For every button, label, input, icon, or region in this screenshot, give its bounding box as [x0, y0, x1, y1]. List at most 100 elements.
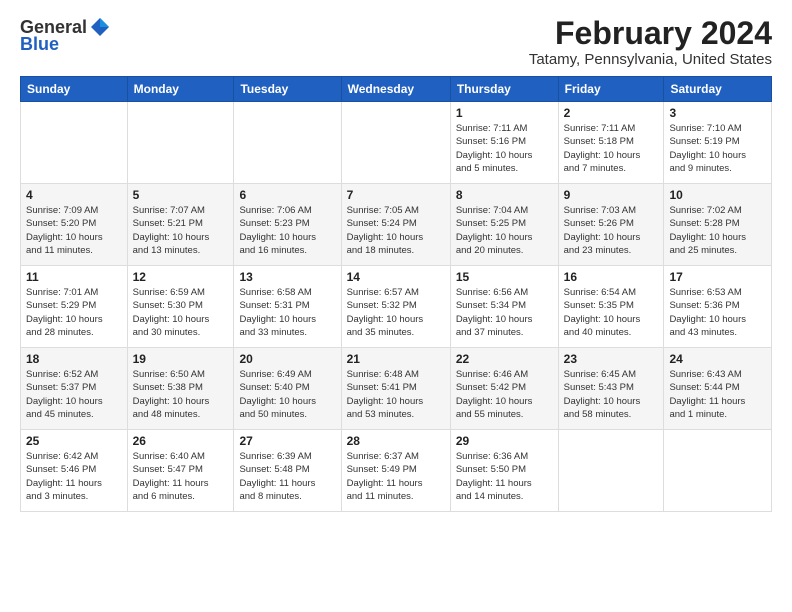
- calendar-header-tuesday: Tuesday: [234, 77, 341, 102]
- day-info: Sunrise: 7:05 AM Sunset: 5:24 PM Dayligh…: [347, 204, 445, 257]
- calendar-cell: 20 Sunrise: 6:49 AM Sunset: 5:40 PM Dayli…: [234, 348, 341, 430]
- day-info: Sunrise: 6:39 AM Sunset: 5:48 PM Dayligh…: [239, 450, 335, 503]
- day-info: Sunrise: 6:37 AM Sunset: 5:49 PM Dayligh…: [347, 450, 445, 503]
- calendar-header-row: SundayMondayTuesdayWednesdayThursdayFrid…: [21, 77, 772, 102]
- day-info: Sunrise: 6:58 AM Sunset: 5:31 PM Dayligh…: [239, 286, 335, 339]
- calendar-cell: 29Sunrise: 6:36 AM Sunset: 5:50 PM Dayli…: [450, 430, 558, 512]
- calendar-header-thursday: Thursday: [450, 77, 558, 102]
- day-number: 11: [26, 270, 122, 284]
- day-info: Sunrise: 7:06 AM Sunset: 5:23 PM Dayligh…: [239, 204, 335, 257]
- day-number: 2: [564, 106, 659, 120]
- calendar-cell: 24 Sunrise: 6:43 AM Sunset: 5:44 PM Dayli…: [664, 348, 772, 430]
- logo-blue: Blue: [20, 34, 59, 55]
- calendar-header-friday: Friday: [558, 77, 664, 102]
- calendar-cell: 10 Sunrise: 7:02 AM Sunset: 5:28 PM Dayli…: [664, 184, 772, 266]
- day-number: 9: [564, 188, 659, 202]
- day-number: 22: [456, 352, 553, 366]
- calendar-cell: [341, 102, 450, 184]
- day-number: 25: [26, 434, 122, 448]
- day-info: Sunrise: 7:04 AM Sunset: 5:25 PM Dayligh…: [456, 204, 553, 257]
- calendar-cell: [234, 102, 341, 184]
- day-number: 13: [239, 270, 335, 284]
- calendar-cell: 23Sunrise: 6:45 AM Sunset: 5:43 PM Dayli…: [558, 348, 664, 430]
- calendar-cell: 11 Sunrise: 7:01 AM Sunset: 5:29 PM Dayli…: [21, 266, 128, 348]
- logo: General Blue: [20, 16, 111, 55]
- day-number: 27: [239, 434, 335, 448]
- calendar-cell: 16Sunrise: 6:54 AM Sunset: 5:35 PM Dayli…: [558, 266, 664, 348]
- day-number: 1: [456, 106, 553, 120]
- calendar-cell: 17 Sunrise: 6:53 AM Sunset: 5:36 PM Dayli…: [664, 266, 772, 348]
- day-info: Sunrise: 6:48 AM Sunset: 5:41 PM Dayligh…: [347, 368, 445, 421]
- day-info: Sunrise: 6:50 AM Sunset: 5:38 PM Dayligh…: [133, 368, 229, 421]
- calendar-cell: 9 Sunrise: 7:03 AM Sunset: 5:26 PM Daylig…: [558, 184, 664, 266]
- logo-icon: [89, 16, 111, 38]
- calendar-cell: 15Sunrise: 6:56 AM Sunset: 5:34 PM Dayli…: [450, 266, 558, 348]
- day-info: Sunrise: 7:03 AM Sunset: 5:26 PM Dayligh…: [564, 204, 659, 257]
- calendar-cell: 27 Sunrise: 6:39 AM Sunset: 5:48 PM Dayli…: [234, 430, 341, 512]
- day-info: Sunrise: 7:10 AM Sunset: 5:19 PM Dayligh…: [669, 122, 766, 175]
- calendar-cell: 19 Sunrise: 6:50 AM Sunset: 5:38 PM Dayli…: [127, 348, 234, 430]
- day-info: Sunrise: 6:53 AM Sunset: 5:36 PM Dayligh…: [669, 286, 766, 339]
- calendar-cell: 21 Sunrise: 6:48 AM Sunset: 5:41 PM Dayli…: [341, 348, 450, 430]
- day-number: 3: [669, 106, 766, 120]
- day-number: 26: [133, 434, 229, 448]
- calendar-cell: 8 Sunrise: 7:04 AM Sunset: 5:25 PM Daylig…: [450, 184, 558, 266]
- calendar-cell: [664, 430, 772, 512]
- calendar-header-monday: Monday: [127, 77, 234, 102]
- calendar-cell: 5Sunrise: 7:07 AM Sunset: 5:21 PM Daylig…: [127, 184, 234, 266]
- calendar-cell: 7 Sunrise: 7:05 AM Sunset: 5:24 PM Daylig…: [341, 184, 450, 266]
- title-block: February 2024 Tatamy, Pennsylvania, Unit…: [529, 16, 772, 68]
- calendar-header-sunday: Sunday: [21, 77, 128, 102]
- page: General Blue February 2024 Tatamy, Penns…: [0, 0, 792, 612]
- calendar-header-saturday: Saturday: [664, 77, 772, 102]
- day-info: Sunrise: 6:42 AM Sunset: 5:46 PM Dayligh…: [26, 450, 122, 503]
- day-number: 14: [347, 270, 445, 284]
- day-number: 10: [669, 188, 766, 202]
- day-info: Sunrise: 6:57 AM Sunset: 5:32 PM Dayligh…: [347, 286, 445, 339]
- calendar-cell: 6 Sunrise: 7:06 AM Sunset: 5:23 PM Daylig…: [234, 184, 341, 266]
- day-number: 7: [347, 188, 445, 202]
- day-info: Sunrise: 7:09 AM Sunset: 5:20 PM Dayligh…: [26, 204, 122, 257]
- page-subtitle: Tatamy, Pennsylvania, United States: [529, 51, 772, 68]
- day-number: 21: [347, 352, 445, 366]
- day-number: 6: [239, 188, 335, 202]
- day-number: 5: [133, 188, 229, 202]
- day-info: Sunrise: 6:46 AM Sunset: 5:42 PM Dayligh…: [456, 368, 553, 421]
- day-number: 8: [456, 188, 553, 202]
- day-info: Sunrise: 7:11 AM Sunset: 5:18 PM Dayligh…: [564, 122, 659, 175]
- day-number: 17: [669, 270, 766, 284]
- calendar-header-wednesday: Wednesday: [341, 77, 450, 102]
- calendar-cell: [558, 430, 664, 512]
- day-info: Sunrise: 6:49 AM Sunset: 5:40 PM Dayligh…: [239, 368, 335, 421]
- day-info: Sunrise: 7:11 AM Sunset: 5:16 PM Dayligh…: [456, 122, 553, 175]
- calendar-cell: 2 Sunrise: 7:11 AM Sunset: 5:18 PM Daylig…: [558, 102, 664, 184]
- calendar-week-5: 25 Sunrise: 6:42 AM Sunset: 5:46 PM Dayli…: [21, 430, 772, 512]
- calendar-cell: 18Sunrise: 6:52 AM Sunset: 5:37 PM Dayli…: [21, 348, 128, 430]
- header: General Blue February 2024 Tatamy, Penns…: [20, 16, 772, 68]
- day-number: 20: [239, 352, 335, 366]
- calendar-cell: 3 Sunrise: 7:10 AM Sunset: 5:19 PM Daylig…: [664, 102, 772, 184]
- day-info: Sunrise: 6:40 AM Sunset: 5:47 PM Dayligh…: [133, 450, 229, 503]
- calendar-week-2: 4Sunrise: 7:09 AM Sunset: 5:20 PM Daylig…: [21, 184, 772, 266]
- calendar-cell: 26 Sunrise: 6:40 AM Sunset: 5:47 PM Dayli…: [127, 430, 234, 512]
- calendar-week-3: 11 Sunrise: 7:01 AM Sunset: 5:29 PM Dayli…: [21, 266, 772, 348]
- calendar-cell: 25 Sunrise: 6:42 AM Sunset: 5:46 PM Dayli…: [21, 430, 128, 512]
- calendar-week-4: 18Sunrise: 6:52 AM Sunset: 5:37 PM Dayli…: [21, 348, 772, 430]
- day-info: Sunrise: 6:54 AM Sunset: 5:35 PM Dayligh…: [564, 286, 659, 339]
- calendar-cell: 22 Sunrise: 6:46 AM Sunset: 5:42 PM Dayli…: [450, 348, 558, 430]
- calendar-week-1: 1 Sunrise: 7:11 AM Sunset: 5:16 PM Daylig…: [21, 102, 772, 184]
- day-number: 29: [456, 434, 553, 448]
- day-info: Sunrise: 7:01 AM Sunset: 5:29 PM Dayligh…: [26, 286, 122, 339]
- day-info: Sunrise: 6:43 AM Sunset: 5:44 PM Dayligh…: [669, 368, 766, 421]
- calendar-cell: [21, 102, 128, 184]
- day-number: 24: [669, 352, 766, 366]
- day-info: Sunrise: 6:56 AM Sunset: 5:34 PM Dayligh…: [456, 286, 553, 339]
- day-number: 19: [133, 352, 229, 366]
- calendar-cell: 1 Sunrise: 7:11 AM Sunset: 5:16 PM Daylig…: [450, 102, 558, 184]
- day-number: 18: [26, 352, 122, 366]
- day-number: 12: [133, 270, 229, 284]
- day-info: Sunrise: 7:02 AM Sunset: 5:28 PM Dayligh…: [669, 204, 766, 257]
- calendar-table: SundayMondayTuesdayWednesdayThursdayFrid…: [20, 76, 772, 512]
- calendar-cell: 28Sunrise: 6:37 AM Sunset: 5:49 PM Dayli…: [341, 430, 450, 512]
- calendar-cell: 4Sunrise: 7:09 AM Sunset: 5:20 PM Daylig…: [21, 184, 128, 266]
